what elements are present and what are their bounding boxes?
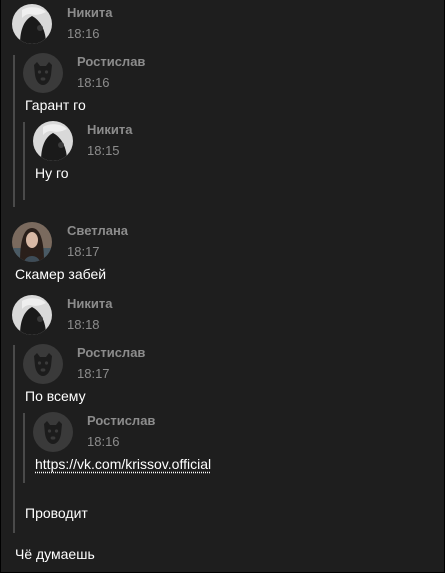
message-time: 18:16 [87,434,120,449]
quote-bar [23,413,25,483]
author-name[interactable]: Никита [67,296,112,312]
author-name[interactable]: Светлана [67,223,128,239]
avatar-nikita-icon[interactable] [12,295,52,335]
message-text: Гарант го [25,97,86,113]
avatar-default-dog-icon[interactable] [23,53,63,93]
avatar-default-dog-icon[interactable] [33,412,73,452]
avatar-default-dog-icon[interactable] [23,344,63,384]
message-time: 18:18 [67,317,100,332]
message-text: Проводит [25,505,88,521]
author-name[interactable]: Ростислав [87,413,155,429]
message-text: Скамер забей [15,266,107,282]
message-time: 18:15 [87,143,120,158]
window-border-left [0,0,1,573]
quote-bar [23,122,25,200]
message-link[interactable]: https://vk.com/krissov.official [35,455,211,473]
message-text: По всему [25,388,86,404]
author-name[interactable]: Ростислав [77,54,145,70]
quote-bar [13,345,15,533]
quote-bar [13,55,15,207]
avatar-svetlana-icon[interactable] [12,222,52,262]
author-name[interactable]: Никита [67,5,112,21]
message-time: 18:17 [67,244,100,259]
author-name[interactable]: Никита [87,122,132,138]
message-time: 18:17 [77,366,110,381]
message-time: 18:16 [67,26,100,41]
avatar-nikita-icon[interactable] [12,4,52,44]
message-text: Ну го [35,165,69,181]
message-time: 18:16 [77,75,110,90]
message-text: Чё думаешь [15,546,95,562]
avatar-nikita-icon[interactable] [33,121,73,161]
author-name[interactable]: Ростислав [77,345,145,361]
